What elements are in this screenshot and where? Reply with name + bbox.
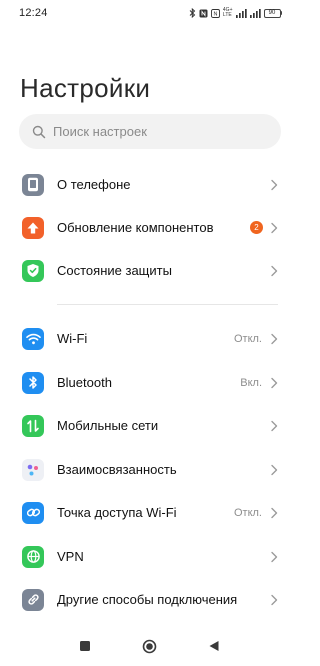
network-type-bottom: LTE xyxy=(222,12,232,18)
interconnect-dots-icon xyxy=(22,458,44,481)
link-icon xyxy=(22,588,44,611)
system-nav-bar xyxy=(0,630,300,666)
volte-status-icon: N xyxy=(210,8,220,18)
status-icons: N 4G+ LTE 90 xyxy=(189,8,282,18)
signal-2-icon xyxy=(249,8,261,18)
settings-item-protection-status[interactable]: Состояние защиты xyxy=(0,249,300,292)
settings-item-status: Вкл. xyxy=(240,376,262,389)
chevron-right-icon xyxy=(271,420,278,431)
battery-indicator: 90 xyxy=(263,8,282,18)
page-title: Настройки xyxy=(20,73,151,103)
wifi-icon xyxy=(22,327,44,350)
settings-item-wifi[interactable]: Wi-Fi Откл. xyxy=(0,317,300,360)
bluetooth-status-icon xyxy=(189,8,196,18)
recents-square-icon[interactable] xyxy=(79,640,91,652)
status-time: 12:24 xyxy=(19,7,48,19)
chevron-right-icon xyxy=(271,333,278,344)
settings-item-label: Взаимосвязанность xyxy=(57,462,177,477)
update-arrow-icon xyxy=(22,216,44,239)
chevron-right-icon xyxy=(271,265,278,276)
shield-check-icon xyxy=(22,259,44,282)
chevron-right-icon xyxy=(271,594,278,605)
nfc-status-icon xyxy=(199,9,208,17)
search-input[interactable] xyxy=(53,124,253,139)
settings-item-label: Обновление компонентов xyxy=(57,220,214,235)
chevron-right-icon xyxy=(271,179,278,190)
home-circle-icon[interactable] xyxy=(142,639,157,654)
notification-badge: 2 xyxy=(250,221,263,234)
svg-text:N: N xyxy=(213,11,217,17)
phone-icon xyxy=(22,173,44,196)
back-triangle-icon[interactable] xyxy=(208,640,220,652)
settings-item-label: Точка доступа Wi-Fi xyxy=(57,505,177,520)
settings-item-label: VPN xyxy=(57,549,84,564)
settings-item-mobile-networks[interactable]: Мобильные сети xyxy=(0,404,300,447)
mobile-data-icon xyxy=(22,414,44,437)
search-bar[interactable] xyxy=(19,114,281,149)
battery-tip xyxy=(280,11,282,15)
chevron-right-icon xyxy=(271,377,278,388)
settings-item-label: Bluetooth xyxy=(57,375,112,390)
battery-level: 90 xyxy=(263,8,281,18)
bluetooth-icon xyxy=(22,371,44,394)
settings-item-status: Откл. xyxy=(233,506,262,519)
settings-item-label: Мобильные сети xyxy=(57,418,159,433)
settings-item-vpn[interactable]: VPN xyxy=(0,535,300,578)
section-divider xyxy=(57,304,278,305)
chevron-right-icon xyxy=(271,222,278,233)
settings-item-wifi-hotspot[interactable]: Точка доступа Wi-Fi Откл. xyxy=(0,491,300,534)
settings-item-about-phone[interactable]: О телефоне xyxy=(0,163,300,206)
status-bar: 12:24 N 4G+ LTE 90 xyxy=(0,0,300,26)
settings-item-label: Состояние защиты xyxy=(57,263,172,278)
chevron-right-icon xyxy=(271,551,278,562)
chevron-right-icon xyxy=(271,507,278,518)
chevron-right-icon xyxy=(271,464,278,475)
search-icon xyxy=(32,125,46,138)
settings-item-label: Другие способы подключения xyxy=(57,592,238,607)
settings-item-component-updates[interactable]: Обновление компонентов 2 xyxy=(0,206,300,249)
signal-1-icon xyxy=(235,8,247,18)
settings-item-interconnectivity[interactable]: Взаимосвязанность xyxy=(0,448,300,491)
globe-icon xyxy=(22,545,44,568)
settings-item-bluetooth[interactable]: Bluetooth Вкл. xyxy=(0,361,300,404)
settings-item-label: Wi-Fi xyxy=(57,331,88,346)
settings-item-other-connections[interactable]: Другие способы подключения xyxy=(0,578,300,621)
settings-item-label: О телефоне xyxy=(57,177,131,192)
hotspot-link-icon xyxy=(22,501,44,524)
network-type-label: 4G+ LTE xyxy=(223,8,233,18)
settings-item-status: Откл. xyxy=(233,332,262,345)
